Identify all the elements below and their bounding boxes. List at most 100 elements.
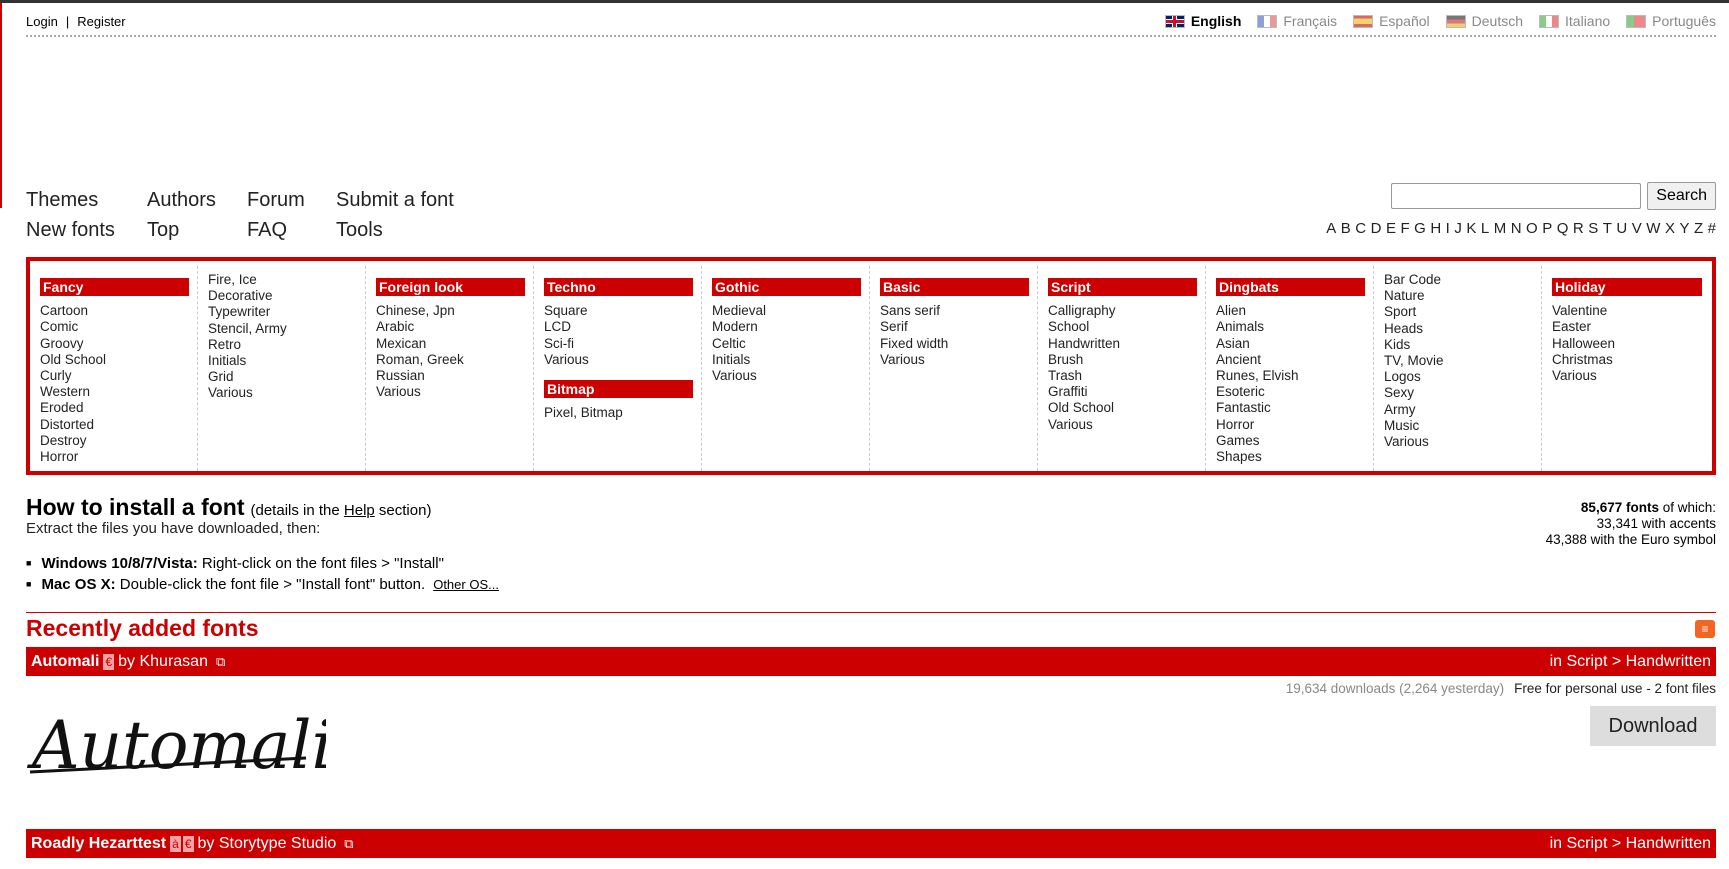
category-heading[interactable]: Bitmap (544, 380, 693, 399)
category-item[interactable]: Destroy (40, 433, 189, 449)
category-item[interactable]: Fantastic (1216, 400, 1365, 416)
category-item[interactable]: Animals (1216, 319, 1365, 335)
category-item[interactable]: Logos (1384, 369, 1533, 385)
category-item[interactable]: Horror (1216, 417, 1365, 433)
alpha-letter-s[interactable]: S (1588, 220, 1598, 237)
alpha-letter-q[interactable]: Q (1557, 220, 1569, 237)
category-item[interactable]: Arabic (376, 319, 525, 335)
category-item[interactable]: Retro (208, 337, 357, 353)
external-link-icon[interactable]: ⧉ (344, 836, 353, 852)
category-item[interactable]: Old School (40, 352, 189, 368)
lang-portuguese[interactable]: Português (1626, 13, 1716, 29)
category-item[interactable]: Sans serif (880, 303, 1029, 319)
category-item[interactable]: Square (544, 303, 693, 319)
alpha-letter-a[interactable]: A (1326, 220, 1336, 237)
category-item[interactable]: Ancient (1216, 352, 1365, 368)
category-item[interactable]: Russian (376, 368, 525, 384)
category-item[interactable]: Halloween (1552, 336, 1702, 352)
alpha-letter-e[interactable]: E (1386, 220, 1396, 237)
category-item[interactable]: Christmas (1552, 352, 1702, 368)
category-item[interactable]: Sci-fi (544, 336, 693, 352)
alpha-letter-u[interactable]: U (1616, 220, 1627, 237)
category-heading[interactable]: Foreign look (376, 278, 525, 297)
category-item[interactable]: Trash (1048, 368, 1197, 384)
category-item[interactable]: Chinese, Jpn (376, 303, 525, 319)
alpha-letter-v[interactable]: V (1632, 220, 1642, 237)
category-item[interactable]: Music (1384, 418, 1533, 434)
alpha-letter-o[interactable]: O (1526, 220, 1538, 237)
alpha-letter-h[interactable]: H (1430, 220, 1441, 237)
category-item[interactable]: Initials (712, 352, 861, 368)
category-item[interactable]: Various (880, 352, 1029, 368)
category-item[interactable]: Handwritten (1048, 336, 1197, 352)
category-item[interactable]: Runes, Elvish (1216, 368, 1365, 384)
category-item[interactable]: LCD (544, 319, 693, 335)
category-item[interactable]: Esoteric (1216, 384, 1365, 400)
category-item[interactable]: Initials (208, 353, 357, 369)
category-heading[interactable]: Fancy (40, 278, 189, 297)
category-item[interactable]: Eroded (40, 400, 189, 416)
search-button[interactable]: Search (1647, 182, 1716, 210)
category-item[interactable]: Mexican (376, 336, 525, 352)
lang-english[interactable]: English (1164, 13, 1241, 29)
download-button[interactable]: Download (1590, 706, 1716, 746)
category-item[interactable]: Western (40, 384, 189, 400)
category-item[interactable]: Decorative (208, 288, 357, 304)
category-item[interactable]: Calligraphy (1048, 303, 1197, 319)
lang-german[interactable]: Deutsch (1445, 13, 1523, 29)
category-item[interactable]: Pixel, Bitmap (544, 405, 693, 421)
category-item[interactable]: Nature (1384, 288, 1533, 304)
font-author-link[interactable]: by Khurasan (118, 653, 208, 671)
alpha-letter-z[interactable]: Z (1694, 220, 1703, 237)
category-heading[interactable]: Basic (880, 278, 1029, 297)
category-item[interactable]: Brush (1048, 352, 1197, 368)
category-item[interactable]: Alien (1216, 303, 1365, 319)
nav-new-fonts[interactable]: New fonts (26, 215, 115, 245)
alpha-letter-d[interactable]: D (1371, 220, 1382, 237)
category-item[interactable]: Easter (1552, 319, 1702, 335)
nav-faq[interactable]: FAQ (247, 215, 305, 245)
alpha-letter-k[interactable]: K (1466, 220, 1476, 237)
alpha-letter-x[interactable]: X (1665, 220, 1675, 237)
alpha-letter-g[interactable]: G (1414, 220, 1426, 237)
category-item[interactable]: Serif (880, 319, 1029, 335)
category-item[interactable]: Various (1384, 434, 1533, 450)
nav-forum[interactable]: Forum (247, 185, 305, 215)
category-item[interactable]: Sport (1384, 304, 1533, 320)
lang-italian[interactable]: Italiano (1539, 13, 1610, 29)
category-item[interactable]: Various (376, 384, 525, 400)
category-item[interactable]: Various (208, 385, 357, 401)
category-item[interactable]: Grid (208, 369, 357, 385)
login-link[interactable]: Login (26, 14, 58, 29)
font-category-link[interactable]: in Script > Handwritten (1550, 653, 1711, 671)
lang-spanish[interactable]: Español (1353, 13, 1430, 29)
category-item[interactable]: Roman, Greek (376, 352, 525, 368)
other-os-link[interactable]: Other OS... (433, 577, 499, 592)
alpha-letter-i[interactable]: I (1446, 220, 1450, 237)
alpha-letter-p[interactable]: P (1542, 220, 1552, 237)
category-item[interactable]: Fire, Ice (208, 272, 357, 288)
alpha-letter-n[interactable]: N (1511, 220, 1522, 237)
register-link[interactable]: Register (77, 14, 125, 29)
alpha-letter-f[interactable]: F (1400, 220, 1409, 237)
category-heading[interactable]: Dingbats (1216, 278, 1365, 297)
search-input[interactable] (1391, 183, 1642, 209)
category-item[interactable]: Curly (40, 368, 189, 384)
alpha-letter-b[interactable]: B (1341, 220, 1351, 237)
category-item[interactable]: Asian (1216, 336, 1365, 352)
font-name-link[interactable]: Roadly Hezarttest (31, 835, 166, 853)
alpha-letter-r[interactable]: R (1573, 220, 1584, 237)
category-item[interactable]: Celtic (712, 336, 861, 352)
nav-top[interactable]: Top (147, 215, 216, 245)
alpha-letter-w[interactable]: W (1646, 220, 1660, 237)
category-item[interactable]: Valentine (1552, 303, 1702, 319)
alpha-letter-j[interactable]: J (1454, 220, 1462, 237)
category-item[interactable]: Various (1552, 368, 1702, 384)
alpha-letter-l[interactable]: L (1481, 220, 1489, 237)
category-item[interactable]: Kids (1384, 337, 1533, 353)
font-name-link[interactable]: Automali (31, 653, 99, 671)
category-item[interactable]: Graffiti (1048, 384, 1197, 400)
category-item[interactable]: Distorted (40, 417, 189, 433)
external-link-icon[interactable]: ⧉ (216, 654, 225, 670)
category-item[interactable]: Typewriter (208, 304, 357, 320)
